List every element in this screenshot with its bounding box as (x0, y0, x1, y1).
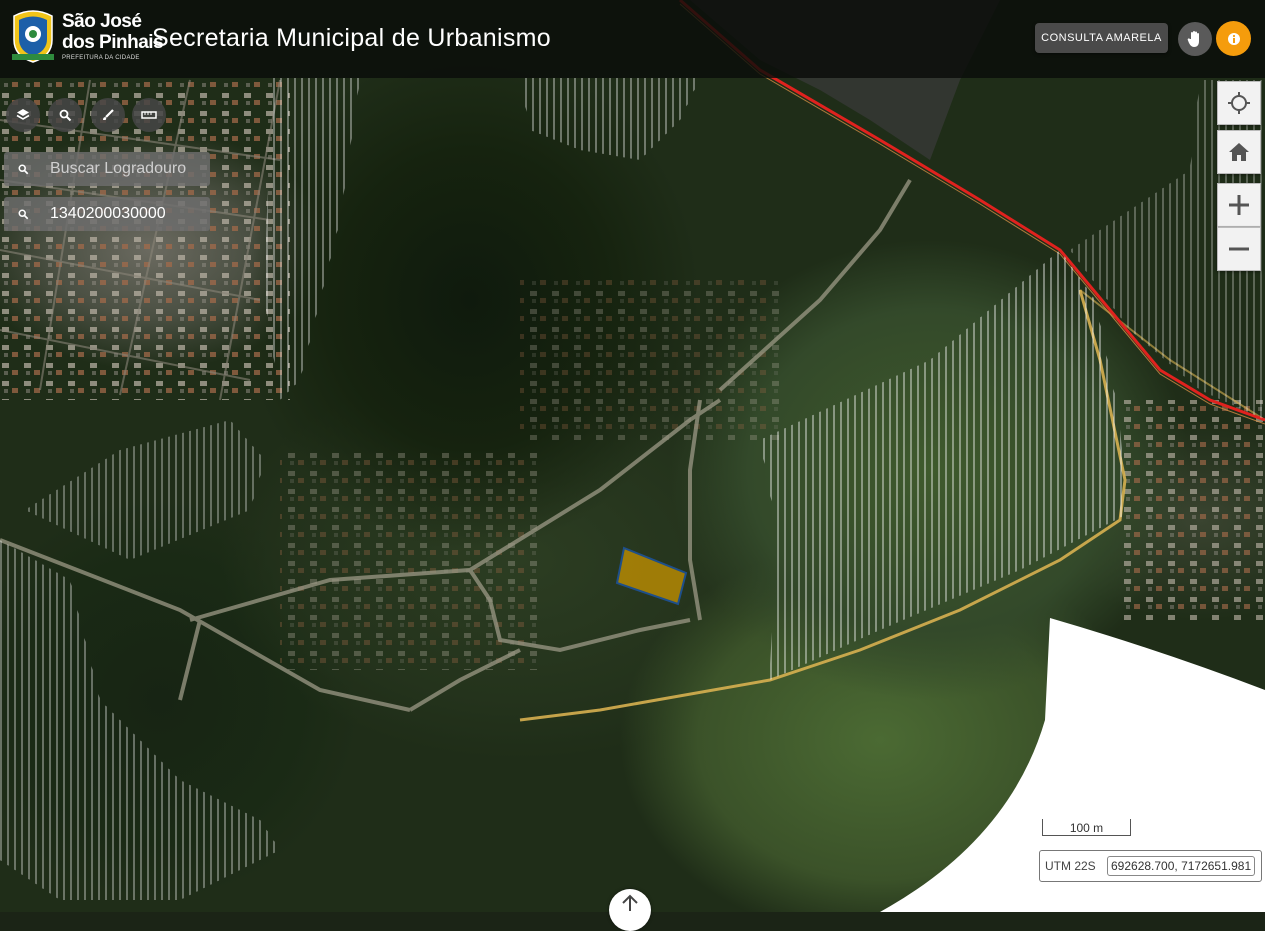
consulta-amarela-button[interactable]: CONSULTA AMARELA (1035, 23, 1168, 53)
zoom-out-button[interactable] (1217, 227, 1261, 271)
coordinates-value[interactable]: 692628.700, 7172651.981 (1107, 856, 1256, 876)
locate-button[interactable] (1217, 81, 1261, 125)
info-icon (1227, 32, 1240, 45)
plus-icon (1229, 195, 1249, 215)
scale-bar: 100 m (1042, 819, 1131, 836)
draw-button[interactable] (91, 98, 125, 132)
ruler-icon (141, 111, 157, 119)
pan-button[interactable] (1178, 22, 1212, 56)
selected-lot[interactable] (615, 546, 688, 606)
coordinate-system-label: UTM 22S (1045, 859, 1096, 873)
brush-icon (103, 109, 114, 120)
home-button[interactable] (1217, 130, 1261, 174)
minus-icon (1229, 247, 1249, 251)
street-search-input[interactable] (42, 160, 210, 178)
street-search-box[interactable] (4, 152, 210, 186)
arrow-up-icon (622, 894, 638, 911)
logo-tagline: PREFEITURA DA CIDADE (62, 55, 140, 61)
layers-button[interactable] (6, 98, 40, 132)
coordinates-panel: UTM 22S 692628.700, 7172651.981 (1039, 850, 1262, 882)
measure-button[interactable] (132, 98, 166, 132)
hand-icon (1187, 31, 1199, 47)
search-icon (4, 164, 42, 175)
logo-line2: dos Pinhais (62, 32, 164, 53)
city-coat-of-arms-icon (8, 6, 58, 64)
lot-search-input[interactable] (42, 205, 210, 223)
search-tool-button[interactable] (48, 98, 82, 132)
search-icon (4, 209, 42, 220)
expand-panel-button[interactable] (609, 889, 651, 931)
info-button[interactable] (1216, 21, 1251, 56)
zoom-in-button[interactable] (1217, 183, 1261, 227)
city-logo-text: São José dos Pinhais PREFEITURA DA CIDAD… (62, 11, 164, 61)
logo-line1: São José (62, 11, 142, 32)
lot-search-box[interactable] (4, 197, 210, 231)
map-view[interactable] (0, 0, 1265, 912)
locate-icon (1228, 92, 1250, 114)
aerial-imagery (0, 0, 1265, 912)
home-icon (1229, 143, 1249, 161)
layers-icon (16, 109, 30, 120)
search-icon (59, 109, 71, 121)
app-header: São José dos Pinhais PREFEITURA DA CIDAD… (0, 0, 1265, 78)
page-title: Secretaria Municipal de Urbanismo (152, 24, 551, 52)
